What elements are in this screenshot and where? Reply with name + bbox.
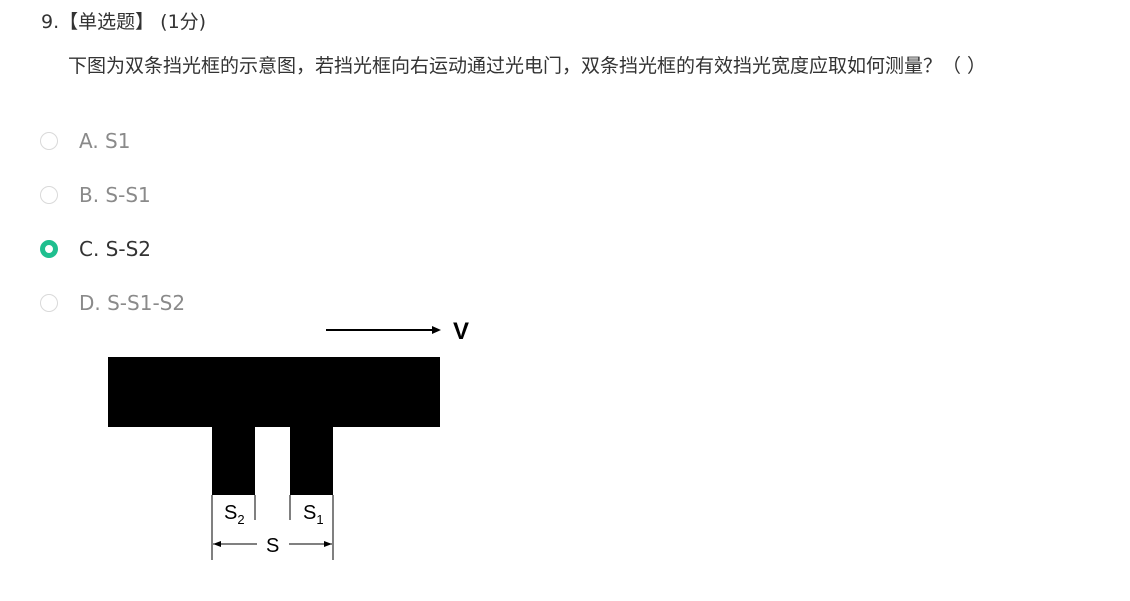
option-label: B. S-S1 xyxy=(79,183,151,207)
option-label: A. S1 xyxy=(79,129,131,153)
s2-label: S2 xyxy=(224,502,245,527)
options-list: A. S1 B. S-S1 C. S-S2 D. S-S1-S2 xyxy=(40,114,540,330)
question-number: 9. xyxy=(41,11,60,33)
s-label: S xyxy=(266,535,279,557)
right-strip xyxy=(290,425,333,495)
question-type-label: 【单选题】 xyxy=(59,11,155,33)
velocity-arrow xyxy=(326,326,441,334)
option-b[interactable]: B. S-S1 xyxy=(40,168,540,222)
left-strip xyxy=(212,425,255,495)
radio-icon[interactable] xyxy=(40,294,58,312)
option-c[interactable]: C. S-S2 xyxy=(40,222,540,276)
radio-icon[interactable] xyxy=(40,132,58,150)
radio-icon[interactable] xyxy=(40,240,58,258)
radio-icon[interactable] xyxy=(40,186,58,204)
velocity-label: V xyxy=(453,318,469,345)
diagram-svg: V S2 S1 S xyxy=(108,318,469,560)
option-label: C. S-S2 xyxy=(79,237,152,261)
option-a[interactable]: A. S1 xyxy=(40,114,540,168)
frame-top-bar xyxy=(108,357,440,427)
question-score: (1分) xyxy=(160,11,207,33)
question-header: 9.【单选题】 (1分) xyxy=(41,8,206,36)
double-bar-light-shield-diagram: V S2 S1 S xyxy=(100,312,500,572)
s1-label: S1 xyxy=(303,502,324,527)
question-text: 下图为双条挡光框的示意图，若挡光框向右运动通过光电门，双条挡光框的有效挡光宽度应… xyxy=(68,55,987,77)
